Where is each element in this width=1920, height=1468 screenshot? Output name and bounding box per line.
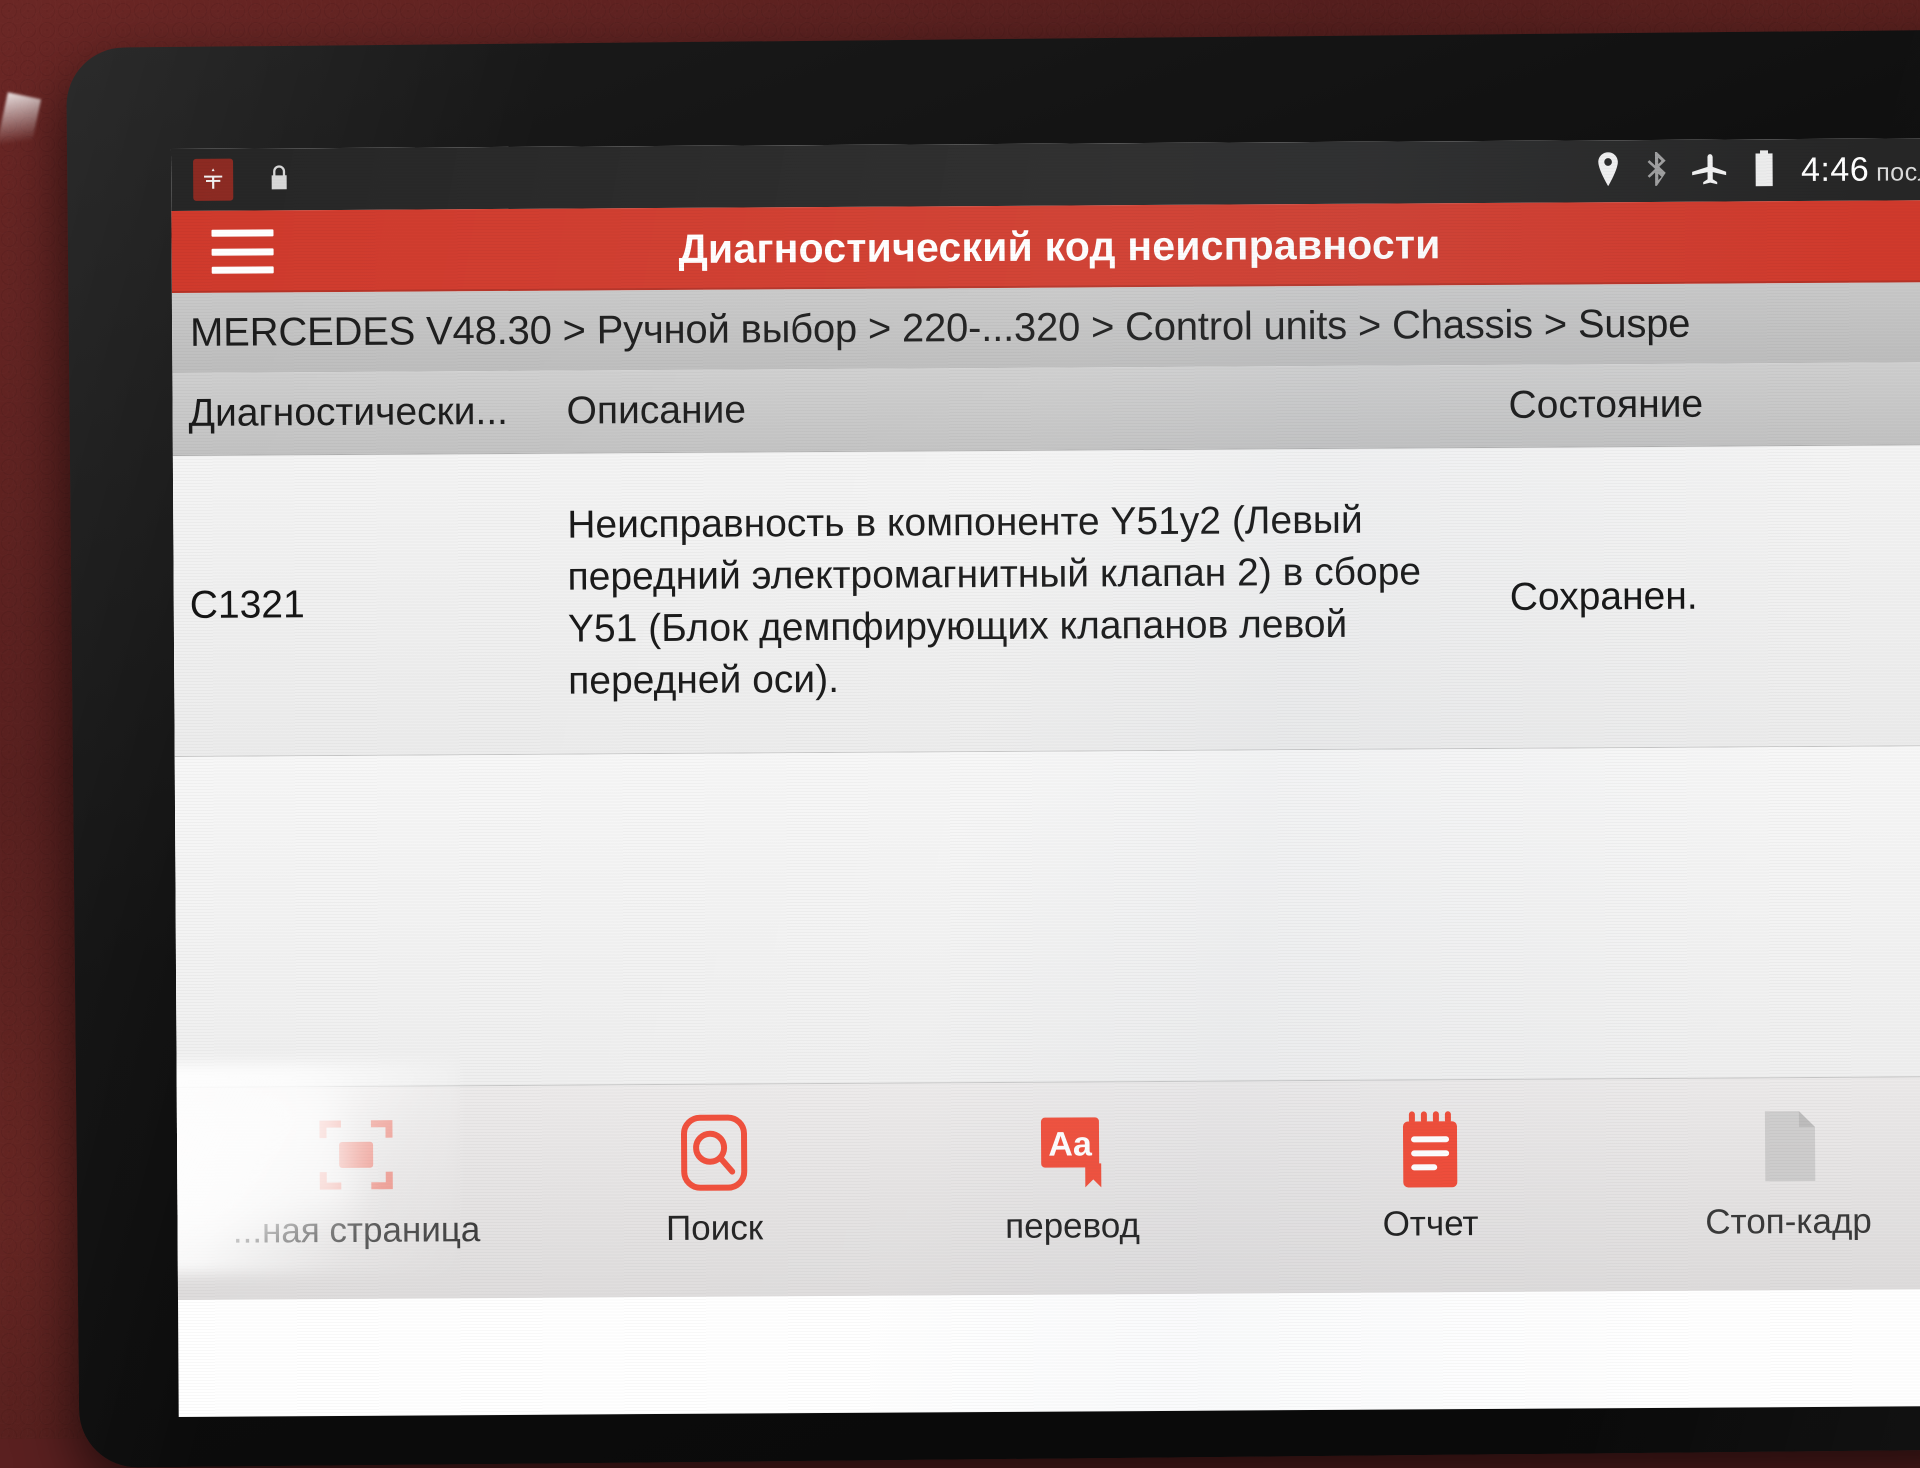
toolbar-button-translate[interactable]: Aa перевод <box>893 1081 1252 1247</box>
toolbar-button-report[interactable]: Отчет <box>1251 1079 1610 1245</box>
cell-state: Сохранен. <box>1504 570 1920 623</box>
toolbar-button-freeze-frame[interactable]: Стоп-кадр <box>1609 1077 1920 1243</box>
toolbar-label-home: ...ная страница <box>233 1210 481 1252</box>
column-header-description: Описание <box>562 384 1502 434</box>
bluetooth-icon <box>1645 151 1667 190</box>
toolbar-button-search[interactable]: Поиск <box>535 1084 894 1250</box>
cell-description: Неисправность в компоненте Y51y2 (Левый … <box>563 494 1504 707</box>
report-icon <box>1387 1102 1474 1195</box>
table-body: C1321 Неисправность в компоненте Y51y2 (… <box>173 445 1920 1087</box>
translate-icon: Aa <box>1029 1104 1116 1197</box>
table-header-row: Диагностически... Описание Состояние <box>172 362 1920 456</box>
hamburger-menu-icon[interactable] <box>211 229 273 273</box>
toolbar-label-translate: перевод <box>1005 1206 1140 1247</box>
android-status-bar: 4:46после <box>171 138 1920 211</box>
toolbar-button-home[interactable]: ...ная страница <box>177 1086 536 1252</box>
status-clock: 4:46после <box>1801 150 1920 190</box>
clock-time: 4:46 <box>1801 150 1869 188</box>
column-header-code: Диагностически... <box>172 390 562 436</box>
toolbar-label-report: Отчет <box>1383 1204 1479 1245</box>
page-title: Диагностический код неисправности <box>171 218 1920 276</box>
column-header-state: Состояние <box>1502 381 1920 428</box>
table-row[interactable]: C1321 Неисправность в компоненте Y51y2 (… <box>173 445 1920 757</box>
tablet-device: 4:46после Диагностический код неисправно… <box>66 30 1920 1468</box>
car-app-icon <box>193 159 233 201</box>
toolbar-label-search: Поиск <box>666 1208 763 1249</box>
toolbar-label-freeze-frame: Стоп-кадр <box>1705 1202 1872 1243</box>
photo-background: 4:46после Диагностический код неисправно… <box>0 0 1920 1439</box>
breadcrumb[interactable]: MERCEDES V48.30 > Ручной выбор > 220-...… <box>172 282 1920 373</box>
location-pin-icon <box>1595 152 1621 191</box>
clock-suffix: после <box>1876 158 1920 186</box>
home-page-icon <box>313 1109 400 1202</box>
airplane-mode-icon <box>1691 151 1727 190</box>
tablet-screen: 4:46после Диагностический код неисправно… <box>171 138 1920 1417</box>
cell-dtc-code: C1321 <box>174 578 564 631</box>
freeze-frame-icon <box>1745 1100 1832 1193</box>
lock-icon <box>267 162 291 197</box>
svg-text:Aa: Aa <box>1048 1125 1093 1163</box>
empty-list-area <box>175 746 1920 1087</box>
app-bar: Диагностический код неисправности <box>171 200 1920 293</box>
bottom-toolbar: ...ная страница Поиск <box>177 1076 1920 1300</box>
battery-icon <box>1751 150 1777 191</box>
search-icon <box>671 1106 758 1199</box>
